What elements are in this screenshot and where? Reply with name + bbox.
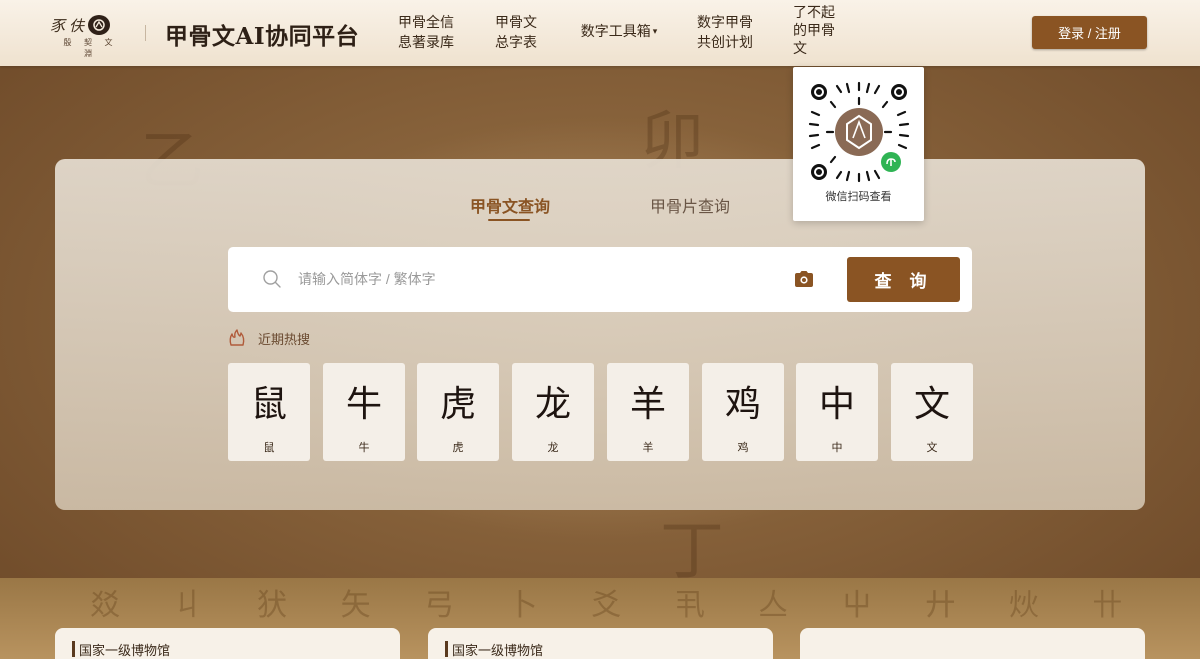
chevron-down-icon: ▾ bbox=[652, 27, 658, 37]
oracle-glyph: 鼠 bbox=[250, 384, 287, 425]
nav-label-line: 息著录库 bbox=[398, 35, 454, 51]
nav-item-oracle-database[interactable]: 甲骨全信 息著录库 bbox=[394, 13, 458, 53]
character-name: 鼠 bbox=[263, 441, 275, 454]
logo-subtitle: 殷 契 文 淵 bbox=[63, 38, 118, 58]
character-name: 虎 bbox=[452, 441, 464, 454]
logo-seal-icon bbox=[88, 15, 111, 35]
tab-oracle-fragment-search[interactable]: 甲骨片查询 bbox=[650, 193, 730, 217]
search-button[interactable]: 查 询 bbox=[847, 257, 960, 302]
museum-card[interactable]: 国家一级博物馆 bbox=[55, 628, 400, 659]
hot-character-card[interactable]: 龙龙 bbox=[512, 363, 594, 461]
search-icon bbox=[262, 269, 282, 289]
header-divider bbox=[145, 25, 146, 41]
character-name: 中 bbox=[831, 441, 843, 454]
museum-card[interactable]: 国家一级博物馆 bbox=[428, 628, 773, 659]
hot-character-card[interactable]: 鸡鸡 bbox=[702, 363, 784, 461]
oracle-glyph: 龙 bbox=[534, 384, 571, 425]
search-panel bbox=[55, 159, 1145, 510]
hot-character-card[interactable]: 虎虎 bbox=[417, 363, 499, 461]
oracle-glyph: 鸡 bbox=[724, 384, 761, 425]
character-name: 羊 bbox=[642, 441, 654, 454]
login-register-button[interactable]: 登录 / 注册 bbox=[1032, 16, 1147, 49]
nav-label-line: 共创计划 bbox=[697, 35, 753, 51]
card-title: 国家一级博物馆 bbox=[79, 644, 171, 659]
site-logo[interactable]: 豕 伕 殷 契 文 淵 bbox=[50, 14, 125, 58]
nav-item-digital-toolbox[interactable]: 数字工具箱 ▾ bbox=[574, 22, 664, 42]
museum-card[interactable] bbox=[800, 628, 1145, 659]
nav-label-line: 的甲骨 bbox=[793, 23, 835, 39]
nav-item-amazing-oracle[interactable]: 了不起 的甲骨 文 bbox=[793, 4, 841, 58]
character-name: 牛 bbox=[358, 441, 370, 454]
character-name: 鸡 bbox=[737, 441, 749, 454]
hot-character-card[interactable]: 羊羊 bbox=[607, 363, 689, 461]
logo-char: 豕 bbox=[50, 16, 66, 35]
active-tab-indicator bbox=[488, 219, 530, 221]
flame-icon bbox=[228, 329, 246, 347]
search-input[interactable] bbox=[298, 262, 778, 296]
hot-character-card[interactable]: 文文 bbox=[891, 363, 973, 461]
nav-label-line: 甲骨文 bbox=[495, 15, 537, 31]
oracle-glyph: 中 bbox=[818, 384, 855, 425]
nav-label-line: 了不起 bbox=[793, 5, 835, 21]
hot-search-label: 近期热搜 bbox=[258, 333, 311, 348]
logo-char: 伕 bbox=[69, 16, 85, 35]
card-accent-bar bbox=[72, 641, 75, 657]
hot-character-card[interactable]: 中中 bbox=[796, 363, 878, 461]
tab-oracle-character-search[interactable]: 甲骨文查询 bbox=[470, 193, 550, 217]
qr-code-icon bbox=[807, 80, 911, 184]
site-title[interactable]: 甲骨文AI协同平台 bbox=[165, 17, 359, 51]
card-accent-bar bbox=[445, 641, 448, 657]
nav-label-line: 甲骨全信 bbox=[398, 15, 454, 31]
nav-item-character-table[interactable]: 甲骨文 总字表 bbox=[488, 13, 544, 53]
hot-character-card[interactable]: 鼠鼠 bbox=[228, 363, 310, 461]
qr-caption: 微信扫码查看 bbox=[825, 190, 892, 203]
qr-popover: 微信扫码查看 bbox=[793, 67, 924, 221]
oracle-glyph: 虎 bbox=[439, 384, 476, 425]
nav-label-line: 数字甲骨 bbox=[697, 15, 753, 31]
nav-item-co-creation[interactable]: 数字甲骨 共创计划 bbox=[693, 13, 757, 53]
oracle-glyph: 羊 bbox=[629, 384, 666, 425]
oracle-glyph: 文 bbox=[913, 384, 950, 425]
character-name: 文 bbox=[926, 441, 938, 454]
camera-icon[interactable] bbox=[793, 269, 815, 289]
oracle-glyph: 牛 bbox=[345, 384, 382, 425]
card-title: 国家一级博物馆 bbox=[452, 644, 544, 659]
hot-character-card[interactable]: 牛牛 bbox=[323, 363, 405, 461]
nav-label: 数字工具箱 bbox=[580, 24, 651, 40]
character-name: 龙 bbox=[547, 441, 559, 454]
glyph-band-decoration: 㸚 丩 犾 矢 弓 卜 爻 丮 亼 屮 廾 炏 卄 bbox=[90, 588, 1140, 620]
nav-label-line: 文 bbox=[793, 41, 807, 57]
nav-label-line: 总字表 bbox=[495, 35, 537, 51]
